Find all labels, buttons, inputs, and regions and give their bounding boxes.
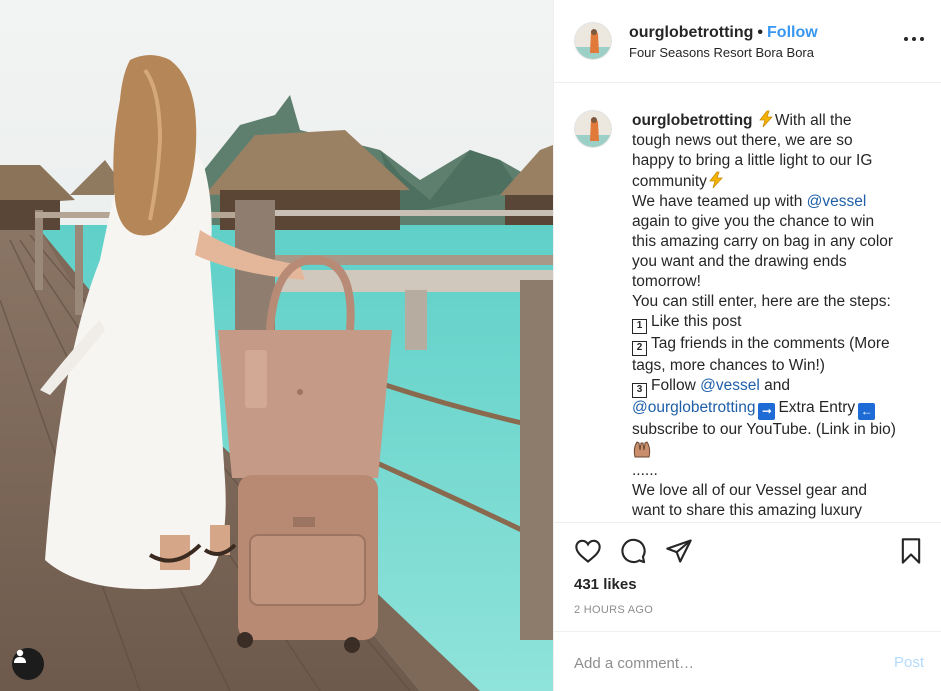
keycap-number: 3 bbox=[632, 383, 647, 398]
caption-line: 2 Tag friends in the comments (More bbox=[632, 334, 920, 356]
post-side-panel: ourglobetrotting • Follow Four Seasons Res… bbox=[553, 0, 941, 691]
post-header: ourglobetrotting • Follow Four Seasons Res… bbox=[554, 0, 941, 83]
caption-line: subscribe to our YouTube. (Link in bio) bbox=[632, 421, 896, 438]
raised-hands-emoji bbox=[633, 441, 651, 458]
caption-line: ourglobetrotting With all the bbox=[632, 110, 920, 131]
caption-line: You can still enter, here are the steps: bbox=[632, 293, 891, 310]
username-link[interactable]: ourglobetrotting bbox=[629, 24, 753, 41]
heart-icon[interactable] bbox=[574, 537, 602, 565]
caption-line: again to give you the chance to win bbox=[632, 213, 875, 230]
caption-text: community bbox=[632, 173, 707, 190]
caption-line: this amazing carry on bag in any color bbox=[632, 233, 894, 250]
paper-plane-icon[interactable] bbox=[665, 537, 693, 565]
lightning-emoji bbox=[709, 171, 723, 189]
avatar[interactable] bbox=[574, 22, 612, 60]
post-comment-button[interactable]: Post bbox=[894, 654, 924, 671]
more-dot bbox=[904, 37, 908, 41]
keycap-number: 2 bbox=[632, 341, 647, 356]
comment-input[interactable] bbox=[574, 652, 874, 674]
mention-link[interactable]: @vessel bbox=[700, 377, 760, 394]
caption-line: you want and the drawing ends bbox=[632, 253, 847, 270]
lightning-emoji bbox=[759, 110, 773, 128]
caption-line: 1 Like this post bbox=[632, 312, 920, 334]
post-author: ourglobetrotting • Follow bbox=[629, 24, 818, 42]
more-options-icon[interactable] bbox=[904, 34, 924, 44]
caption-line: tomorrow! bbox=[632, 273, 701, 290]
caption-text: With all the bbox=[774, 112, 852, 129]
location-link[interactable]: Four Seasons Resort Bora Bora bbox=[629, 45, 814, 60]
caption-text: Extra Entry bbox=[778, 399, 856, 416]
caption-line: We love all of our Vessel gear and bbox=[632, 482, 867, 499]
avatar-image bbox=[575, 111, 611, 147]
left-arrow-emoji: ← bbox=[858, 403, 876, 420]
photo-illustration bbox=[0, 0, 553, 691]
caption-line: want to share this amazing luxury bbox=[632, 502, 863, 519]
more-dot bbox=[920, 37, 924, 41]
comment-icon[interactable] bbox=[619, 537, 647, 565]
caption-line: @ourglobetrotting ➞ Extra Entry ← bbox=[632, 398, 920, 420]
keycap-number: 1 bbox=[632, 319, 647, 334]
caption-text: Tag friends in the comments (More bbox=[651, 335, 890, 352]
caption-line bbox=[632, 440, 920, 461]
caption-text: Like this post bbox=[651, 313, 742, 330]
post-timestamp[interactable]: 2 HOURS AGO bbox=[574, 604, 653, 616]
caption-line: tags, more chances to Win!) bbox=[632, 357, 825, 374]
caption-text: and bbox=[759, 377, 790, 394]
caption-line: happy to bring a little light to our IG bbox=[632, 152, 873, 169]
add-comment-bar: Post bbox=[554, 631, 941, 691]
mention-link[interactable]: @ourglobetrotting bbox=[632, 399, 755, 416]
caption-text: We have teamed up with bbox=[632, 193, 807, 210]
bookmark-icon[interactable] bbox=[897, 537, 925, 565]
separator-dot: • bbox=[757, 24, 764, 41]
caption-line: We have teamed up with @vessel bbox=[632, 192, 920, 212]
follow-button[interactable]: Follow bbox=[767, 24, 818, 41]
user-tag-icon bbox=[14, 649, 26, 663]
mention-link[interactable]: @vessel bbox=[807, 193, 867, 210]
caption-line: 3 Follow @vessel and bbox=[632, 376, 920, 398]
more-dot bbox=[912, 37, 916, 41]
avatar-image bbox=[575, 23, 611, 59]
caption-line: ...... bbox=[632, 462, 658, 479]
caption-text: Follow bbox=[651, 377, 701, 394]
caption-avatar[interactable] bbox=[574, 110, 612, 148]
caption-line: tough news out there, we are so bbox=[632, 132, 853, 149]
post-caption: ourglobetrotting With all the tough news… bbox=[632, 110, 920, 521]
post-photo[interactable] bbox=[0, 0, 553, 691]
likes-count[interactable]: 431 likes bbox=[574, 576, 637, 593]
right-arrow-emoji: ➞ bbox=[758, 403, 776, 420]
caption-line: community bbox=[632, 171, 920, 192]
post-actions: 431 likes 2 HOURS AGO bbox=[554, 522, 941, 632]
user-tags-button[interactable] bbox=[12, 648, 44, 680]
caption-username[interactable]: ourglobetrotting bbox=[632, 112, 753, 129]
comments-area[interactable]: ourglobetrotting With all the tough news… bbox=[554, 84, 941, 522]
